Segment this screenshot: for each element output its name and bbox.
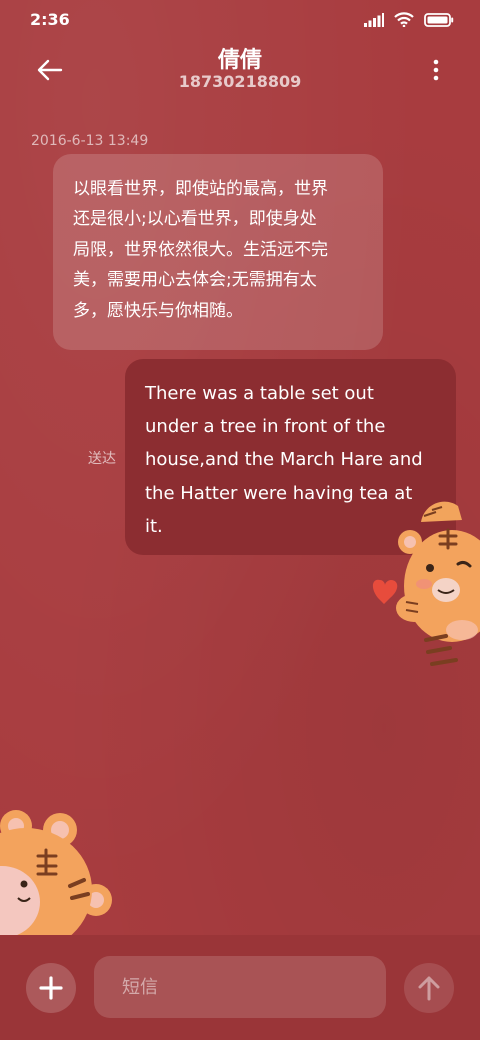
message-line: There was a table set out — [145, 383, 374, 404]
message-input[interactable] — [94, 956, 386, 1018]
message-line: house,and the March Hare and — [145, 449, 423, 471]
tiger-sticker-left — [0, 810, 112, 935]
send-button[interactable] — [404, 963, 454, 1013]
message-line: 多，愿快乐与你相随。 — [73, 300, 243, 321]
more-options-button[interactable] — [430, 56, 442, 84]
status-icons — [364, 12, 454, 27]
plus-icon — [39, 976, 63, 1000]
incoming-message-bubble[interactable]: 以眼看世界，即使站的最高，世界 还是很小;以心看世界，即使身处 局限，世界依然很… — [53, 154, 383, 350]
delivery-status: 送达 — [88, 451, 116, 467]
signal-icon — [364, 12, 384, 27]
message-line: 局限，世界依然很大。生活远不完 — [73, 239, 328, 260]
message-line: 还是很小;以心看世界，即使身处 — [73, 209, 317, 230]
more-vertical-icon — [433, 59, 439, 81]
contact-name: 倩倩 — [217, 48, 262, 73]
arrow-up-icon — [418, 976, 440, 1001]
message-timestamp: 2016-6-13 13:49 — [31, 133, 149, 149]
tiger-sticker-right — [372, 501, 480, 666]
battery-icon — [424, 12, 454, 27]
message-line: 美，需要用心去体会;无需拥有太 — [73, 270, 317, 291]
message-line: under a tree in front of the — [145, 416, 386, 438]
heart-icon — [372, 579, 398, 604]
wifi-icon — [394, 12, 414, 27]
add-attachment-button[interactable] — [26, 963, 76, 1013]
status-time: 2:36 — [30, 10, 70, 29]
status-bar: 2:36 — [0, 0, 480, 40]
message-line: 以眼看世界，即使站的最高，世界 — [73, 179, 328, 199]
contact-number: 18730218809 — [178, 72, 302, 91]
